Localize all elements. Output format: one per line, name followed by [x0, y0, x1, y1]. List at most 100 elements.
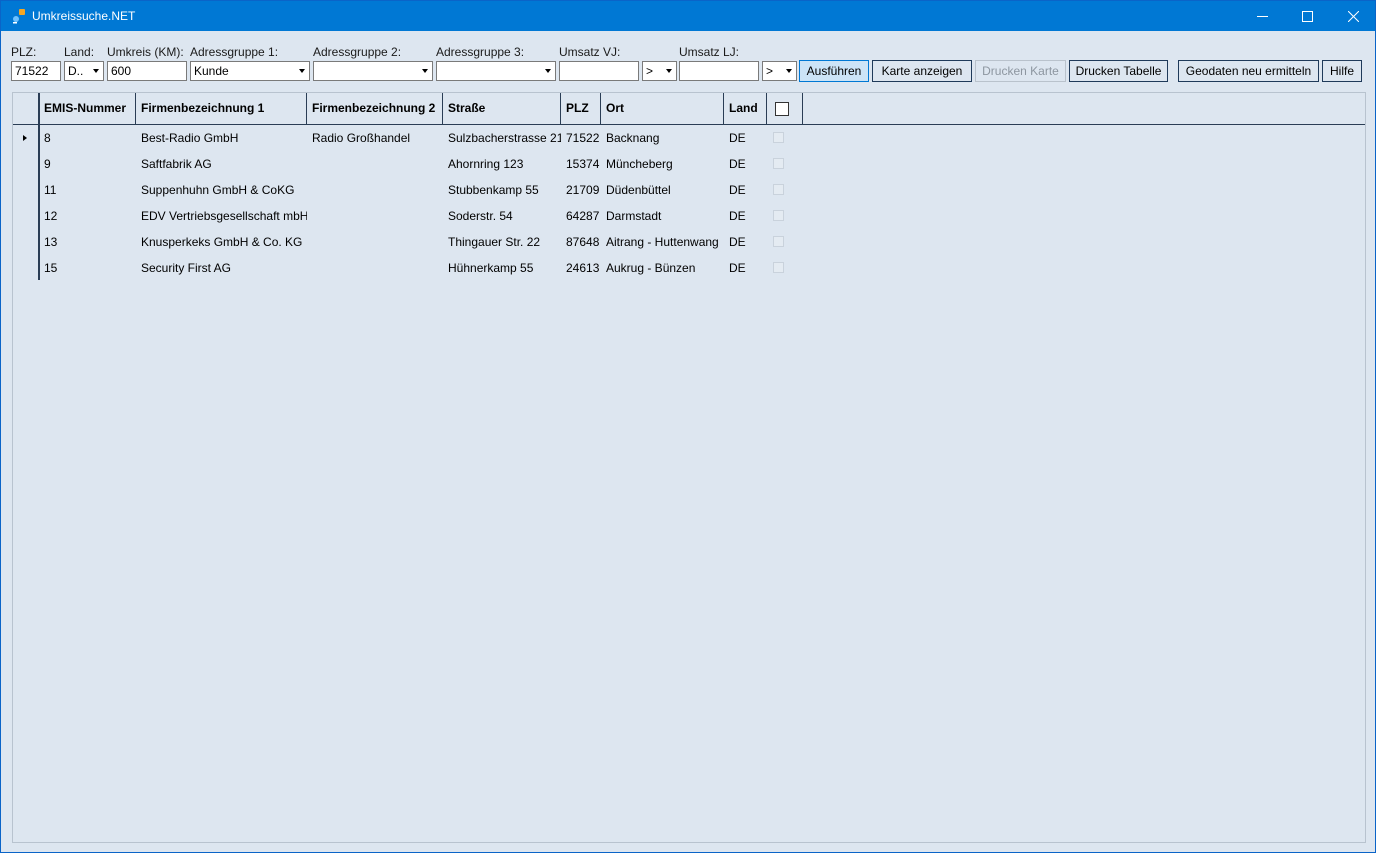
cell-firma1: Best-Radio GmbH	[141, 131, 239, 145]
window-title: Umkreissuche.NET	[32, 9, 136, 23]
row-select-checkbox[interactable]	[773, 210, 784, 221]
cell-firma2	[307, 255, 443, 281]
cell-land: DE	[729, 209, 746, 223]
cell-emis: 9	[44, 157, 51, 171]
chevron-down-icon	[299, 69, 305, 73]
cell-land: DE	[729, 157, 746, 171]
cell-firma1: Security First AG	[141, 261, 232, 275]
minimize-button[interactable]	[1239, 1, 1285, 31]
adressgruppe3-label: Adressgruppe 3:	[436, 45, 525, 59]
chevron-down-icon	[93, 69, 99, 73]
umsatz-lj-input[interactable]	[679, 61, 759, 81]
umsatz-vj-operator-value: >	[646, 64, 654, 78]
cell-firma1: Knusperkeks GmbH & Co. KG	[141, 235, 303, 249]
cell-land: DE	[729, 235, 746, 249]
column-header-ort[interactable]: Ort	[601, 93, 724, 124]
land-select-value: D..	[68, 64, 84, 78]
cell-emis: 11	[44, 183, 57, 197]
karte-anzeigen-button[interactable]: Karte anzeigen	[872, 60, 972, 82]
cell-strasse: Sulzbacherstrasse 21	[448, 131, 561, 145]
table-row[interactable]: 8 Best-Radio GmbH Radio Großhandel Sulzb…	[13, 125, 813, 151]
chevron-down-icon	[666, 69, 672, 73]
cell-ort: Müncheberg	[606, 157, 673, 171]
cell-firma1: Suppenhuhn GmbH & CoKG	[141, 183, 295, 197]
chevron-down-icon	[422, 69, 428, 73]
minimize-icon	[1256, 15, 1268, 17]
cell-ort: Darmstadt	[606, 209, 662, 223]
app-window: Umkreissuche.NET PLZ: Land: Umkreis (KM)…	[0, 0, 1376, 853]
ausfuehren-button[interactable]: Ausführen	[799, 60, 869, 82]
title-bar[interactable]: Umkreissuche.NET	[1, 1, 1375, 31]
adressgruppe2-select[interactable]	[313, 61, 433, 81]
adressgruppe2-label: Adressgruppe 2:	[313, 45, 402, 59]
plz-label: PLZ:	[11, 45, 37, 59]
cell-strasse: Ahornring 123	[448, 157, 524, 171]
umsatz-vj-operator-select[interactable]: >	[642, 61, 677, 81]
table-row[interactable]: 15 Security First AG Hühnerkamp 55 24613…	[13, 255, 813, 281]
cell-ort: Backnang	[606, 131, 660, 145]
cell-land: DE	[729, 183, 746, 197]
column-header-strasse[interactable]: Straße	[443, 93, 561, 124]
select-all-checkbox[interactable]	[775, 102, 789, 116]
cell-emis: 8	[44, 131, 51, 145]
cell-firma2: Radio Großhandel	[312, 131, 411, 145]
row-select-checkbox[interactable]	[773, 262, 784, 273]
cell-firma1: Saftfabrik AG	[141, 157, 212, 171]
table-row[interactable]: 9 Saftfabrik AG Ahornring 123 15374 Münc…	[13, 151, 813, 177]
cell-plz: 87648	[566, 235, 600, 249]
cell-plz: 21709	[566, 183, 600, 197]
app-logo-icon	[13, 9, 25, 24]
results-grid[interactable]: EMIS-Nummer Firmenbezeichnung 1 Firmenbe…	[12, 92, 1366, 843]
land-select[interactable]: D..	[64, 61, 104, 81]
cell-emis: 13	[44, 235, 58, 249]
umsatz-vj-input[interactable]	[559, 61, 639, 81]
row-select-checkbox[interactable]	[773, 236, 784, 247]
cell-plz: 15374	[566, 157, 600, 171]
cell-strasse: Hühnerkamp 55	[448, 261, 534, 275]
adressgruppe1-select[interactable]: Kunde	[190, 61, 310, 81]
table-row[interactable]: 11 Suppenhuhn GmbH & CoKG Stubbenkamp 55…	[13, 177, 813, 203]
row-select-checkbox[interactable]	[773, 184, 784, 195]
table-row[interactable]: 12 EDV Vertriebsgesellschaft mbH Soderst…	[13, 203, 813, 229]
cell-land: DE	[729, 131, 746, 145]
maximize-icon	[1301, 10, 1313, 22]
cell-strasse: Soderstr. 54	[448, 209, 513, 223]
row-select-checkbox[interactable]	[773, 158, 784, 169]
column-header-firma1[interactable]: Firmenbezeichnung 1	[136, 93, 307, 124]
cell-firma2	[307, 229, 443, 255]
chevron-down-icon	[545, 69, 551, 73]
hilfe-button[interactable]: Hilfe	[1322, 60, 1362, 82]
umkreis-label: Umkreis (KM):	[107, 45, 184, 59]
column-header-firma2[interactable]: Firmenbezeichnung 2	[307, 93, 443, 124]
column-header-plz[interactable]: PLZ	[561, 93, 601, 124]
maximize-button[interactable]	[1284, 1, 1330, 31]
cell-land: DE	[729, 261, 746, 275]
plz-input[interactable]: 71522	[11, 61, 61, 81]
drucken-karte-button[interactable]: Drucken Karte	[975, 60, 1066, 82]
umsatz-lj-operator-select[interactable]: >	[762, 61, 797, 81]
close-button[interactable]	[1330, 1, 1376, 31]
column-header-land[interactable]: Land	[724, 93, 767, 124]
cell-ort: Düdenbüttel	[606, 183, 671, 197]
grid-header: EMIS-Nummer Firmenbezeichnung 1 Firmenbe…	[13, 93, 1365, 125]
geodaten-neu-ermitteln-button[interactable]: Geodaten neu ermitteln	[1178, 60, 1319, 82]
chevron-down-icon	[786, 69, 792, 73]
adressgruppe1-label: Adressgruppe 1:	[190, 45, 279, 59]
column-header-emis[interactable]: EMIS-Nummer	[39, 93, 136, 124]
cell-ort: Aitrang - Huttenwang	[606, 235, 719, 249]
umkreis-input[interactable]: 600	[107, 61, 187, 81]
cell-plz: 24613	[566, 261, 600, 275]
cell-plz: 64287	[566, 209, 600, 223]
cell-ort: Aukrug - Bünzen	[606, 261, 696, 275]
adressgruppe3-select[interactable]	[436, 61, 556, 81]
cell-plz: 71522	[566, 131, 600, 145]
land-label: Land:	[64, 45, 95, 59]
cell-strasse: Stubbenkamp 55	[448, 183, 539, 197]
table-row[interactable]: 13 Knusperkeks GmbH & Co. KG Thingauer S…	[13, 229, 813, 255]
row-select-checkbox[interactable]	[773, 132, 784, 143]
current-row-arrow-icon	[23, 135, 27, 141]
drucken-tabelle-button[interactable]: Drucken Tabelle	[1069, 60, 1168, 82]
cell-strasse: Thingauer Str. 22	[448, 235, 541, 249]
cell-firma1: EDV Vertriebsgesellschaft mbH	[141, 209, 307, 223]
cell-emis: 12	[44, 209, 58, 223]
